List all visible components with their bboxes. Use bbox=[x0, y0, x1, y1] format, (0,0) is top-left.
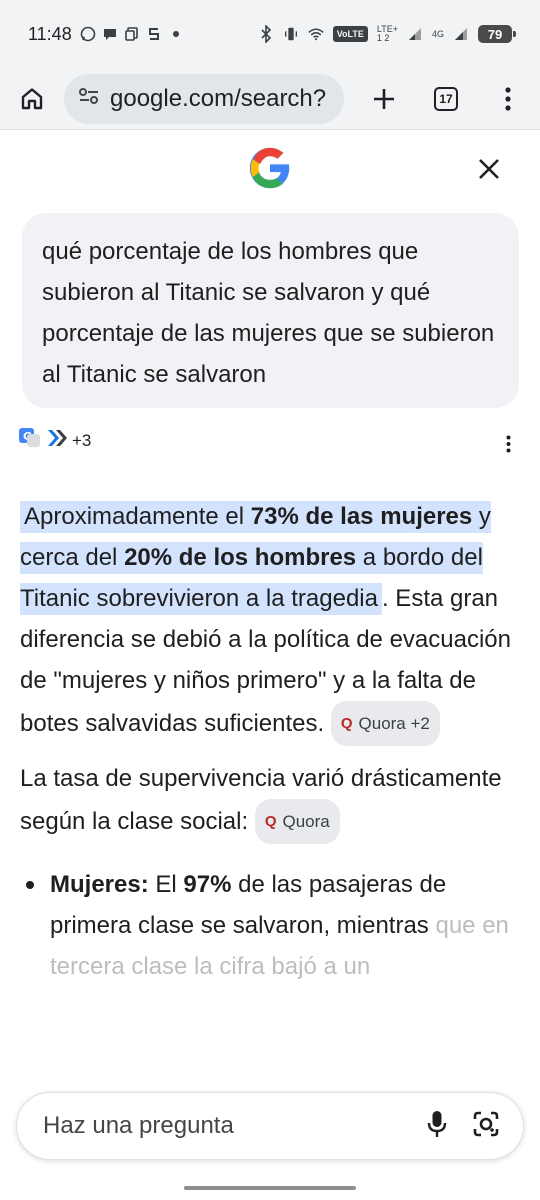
list-item: Mujeres: El 97% de las pasajeras de prim… bbox=[20, 864, 520, 987]
status-left: 11:48 bbox=[28, 24, 184, 45]
new-tab-button[interactable] bbox=[366, 81, 402, 117]
source-chevrons-icon bbox=[46, 427, 68, 454]
volte-badge: VoLTE bbox=[332, 26, 368, 42]
status-right: VoLTE LTE+ 1 2 4G 79 bbox=[258, 25, 516, 43]
status-time: 11:48 bbox=[28, 23, 72, 44]
dot-icon bbox=[168, 26, 184, 42]
ask-actions bbox=[427, 1110, 499, 1143]
source-chip-quora-plus[interactable]: Q Quora +2 bbox=[330, 701, 440, 746]
answer-text: El bbox=[148, 871, 184, 898]
user-query-bubble: qué porcentaje de los hombres que subier… bbox=[22, 213, 519, 408]
ask-input-placeholder[interactable]: Haz una pregunta bbox=[43, 1112, 234, 1140]
ai-answer: Aproximadamente el 73% de las mujeres y … bbox=[20, 496, 520, 987]
battery-indicator: 79 bbox=[478, 25, 516, 43]
google-g-logo bbox=[249, 147, 290, 189]
tune-icon[interactable] bbox=[78, 87, 100, 110]
vibrate-icon bbox=[283, 26, 299, 42]
home-icon bbox=[21, 87, 43, 109]
signal-1-icon bbox=[407, 26, 423, 42]
app-s-icon bbox=[146, 26, 162, 42]
answer-bullet-list: Mujeres: El 97% de las pasajeras de prim… bbox=[20, 864, 520, 987]
answer-text: Aproximadamente el bbox=[24, 503, 251, 530]
source-chip-quora[interactable]: Q Quora bbox=[254, 799, 340, 844]
url-bar[interactable]: google.com/search? bbox=[64, 73, 344, 124]
close-icon bbox=[479, 159, 499, 179]
google-translate-icon: G bbox=[18, 426, 42, 455]
url-text[interactable]: google.com/search? bbox=[110, 85, 326, 113]
tab-switcher-icon: 17 bbox=[434, 86, 458, 111]
bullet-label: Mujeres: bbox=[50, 871, 149, 898]
lens-button[interactable] bbox=[473, 1111, 499, 1142]
plus-icon bbox=[374, 88, 394, 109]
mic-button[interactable] bbox=[427, 1110, 447, 1143]
wifi-icon bbox=[308, 26, 324, 42]
source-chip-label: Quora bbox=[282, 812, 330, 831]
user-query-text: qué porcentaje de los hombres que subier… bbox=[42, 238, 495, 388]
ai-overview-menu-button[interactable] bbox=[498, 432, 518, 456]
sources-more-count: +3 bbox=[72, 430, 92, 450]
answer-paragraph-2: La tasa de supervivencia varió drásticam… bbox=[20, 758, 520, 844]
sources-row[interactable]: G +3 bbox=[18, 426, 91, 455]
answer-bold-men: 20% de los hombres bbox=[124, 544, 357, 571]
tab-switcher-button[interactable]: 17 bbox=[428, 81, 464, 117]
answer-bold-percent: 97% bbox=[183, 871, 232, 898]
quora-icon: Q bbox=[340, 715, 353, 732]
lens-icon bbox=[473, 1111, 499, 1136]
quora-icon: Q bbox=[264, 813, 277, 830]
signal-2-icon bbox=[453, 26, 469, 42]
ask-bar[interactable]: Haz una pregunta bbox=[16, 1092, 524, 1160]
answer-text: sobrevivieron a la tragedia bbox=[96, 585, 378, 612]
more-vert-icon bbox=[506, 435, 510, 453]
answer-paragraph-1: Aproximadamente el 73% de las mujeres y … bbox=[20, 496, 520, 746]
4g-indicator: 4G bbox=[431, 28, 444, 39]
toolbar-actions: 17 bbox=[366, 81, 526, 117]
copy-icon bbox=[124, 26, 140, 42]
more-vert-icon bbox=[505, 86, 511, 111]
lte-sub: 1 2 bbox=[376, 33, 390, 43]
source-chip-label: Quora +2 bbox=[358, 714, 430, 733]
home-button[interactable] bbox=[14, 81, 50, 117]
browser-menu-button[interactable] bbox=[490, 81, 526, 117]
bluetooth-icon bbox=[258, 25, 274, 43]
4g-label: 4G bbox=[431, 28, 444, 39]
whatsapp-icon bbox=[80, 26, 96, 42]
answer-bold-women: 73% de las mujeres bbox=[250, 503, 473, 530]
lte-indicator: LTE+ 1 2 bbox=[377, 25, 398, 43]
status-bar: 11:48 VoLTE LTE+ 1 2 4G 79 bbox=[0, 0, 540, 68]
mic-icon bbox=[427, 1110, 447, 1137]
chat-icon bbox=[102, 26, 118, 42]
browser-toolbar: google.com/search? 17 bbox=[0, 68, 540, 130]
home-indicator[interactable] bbox=[184, 1186, 356, 1190]
close-button[interactable] bbox=[474, 154, 504, 184]
